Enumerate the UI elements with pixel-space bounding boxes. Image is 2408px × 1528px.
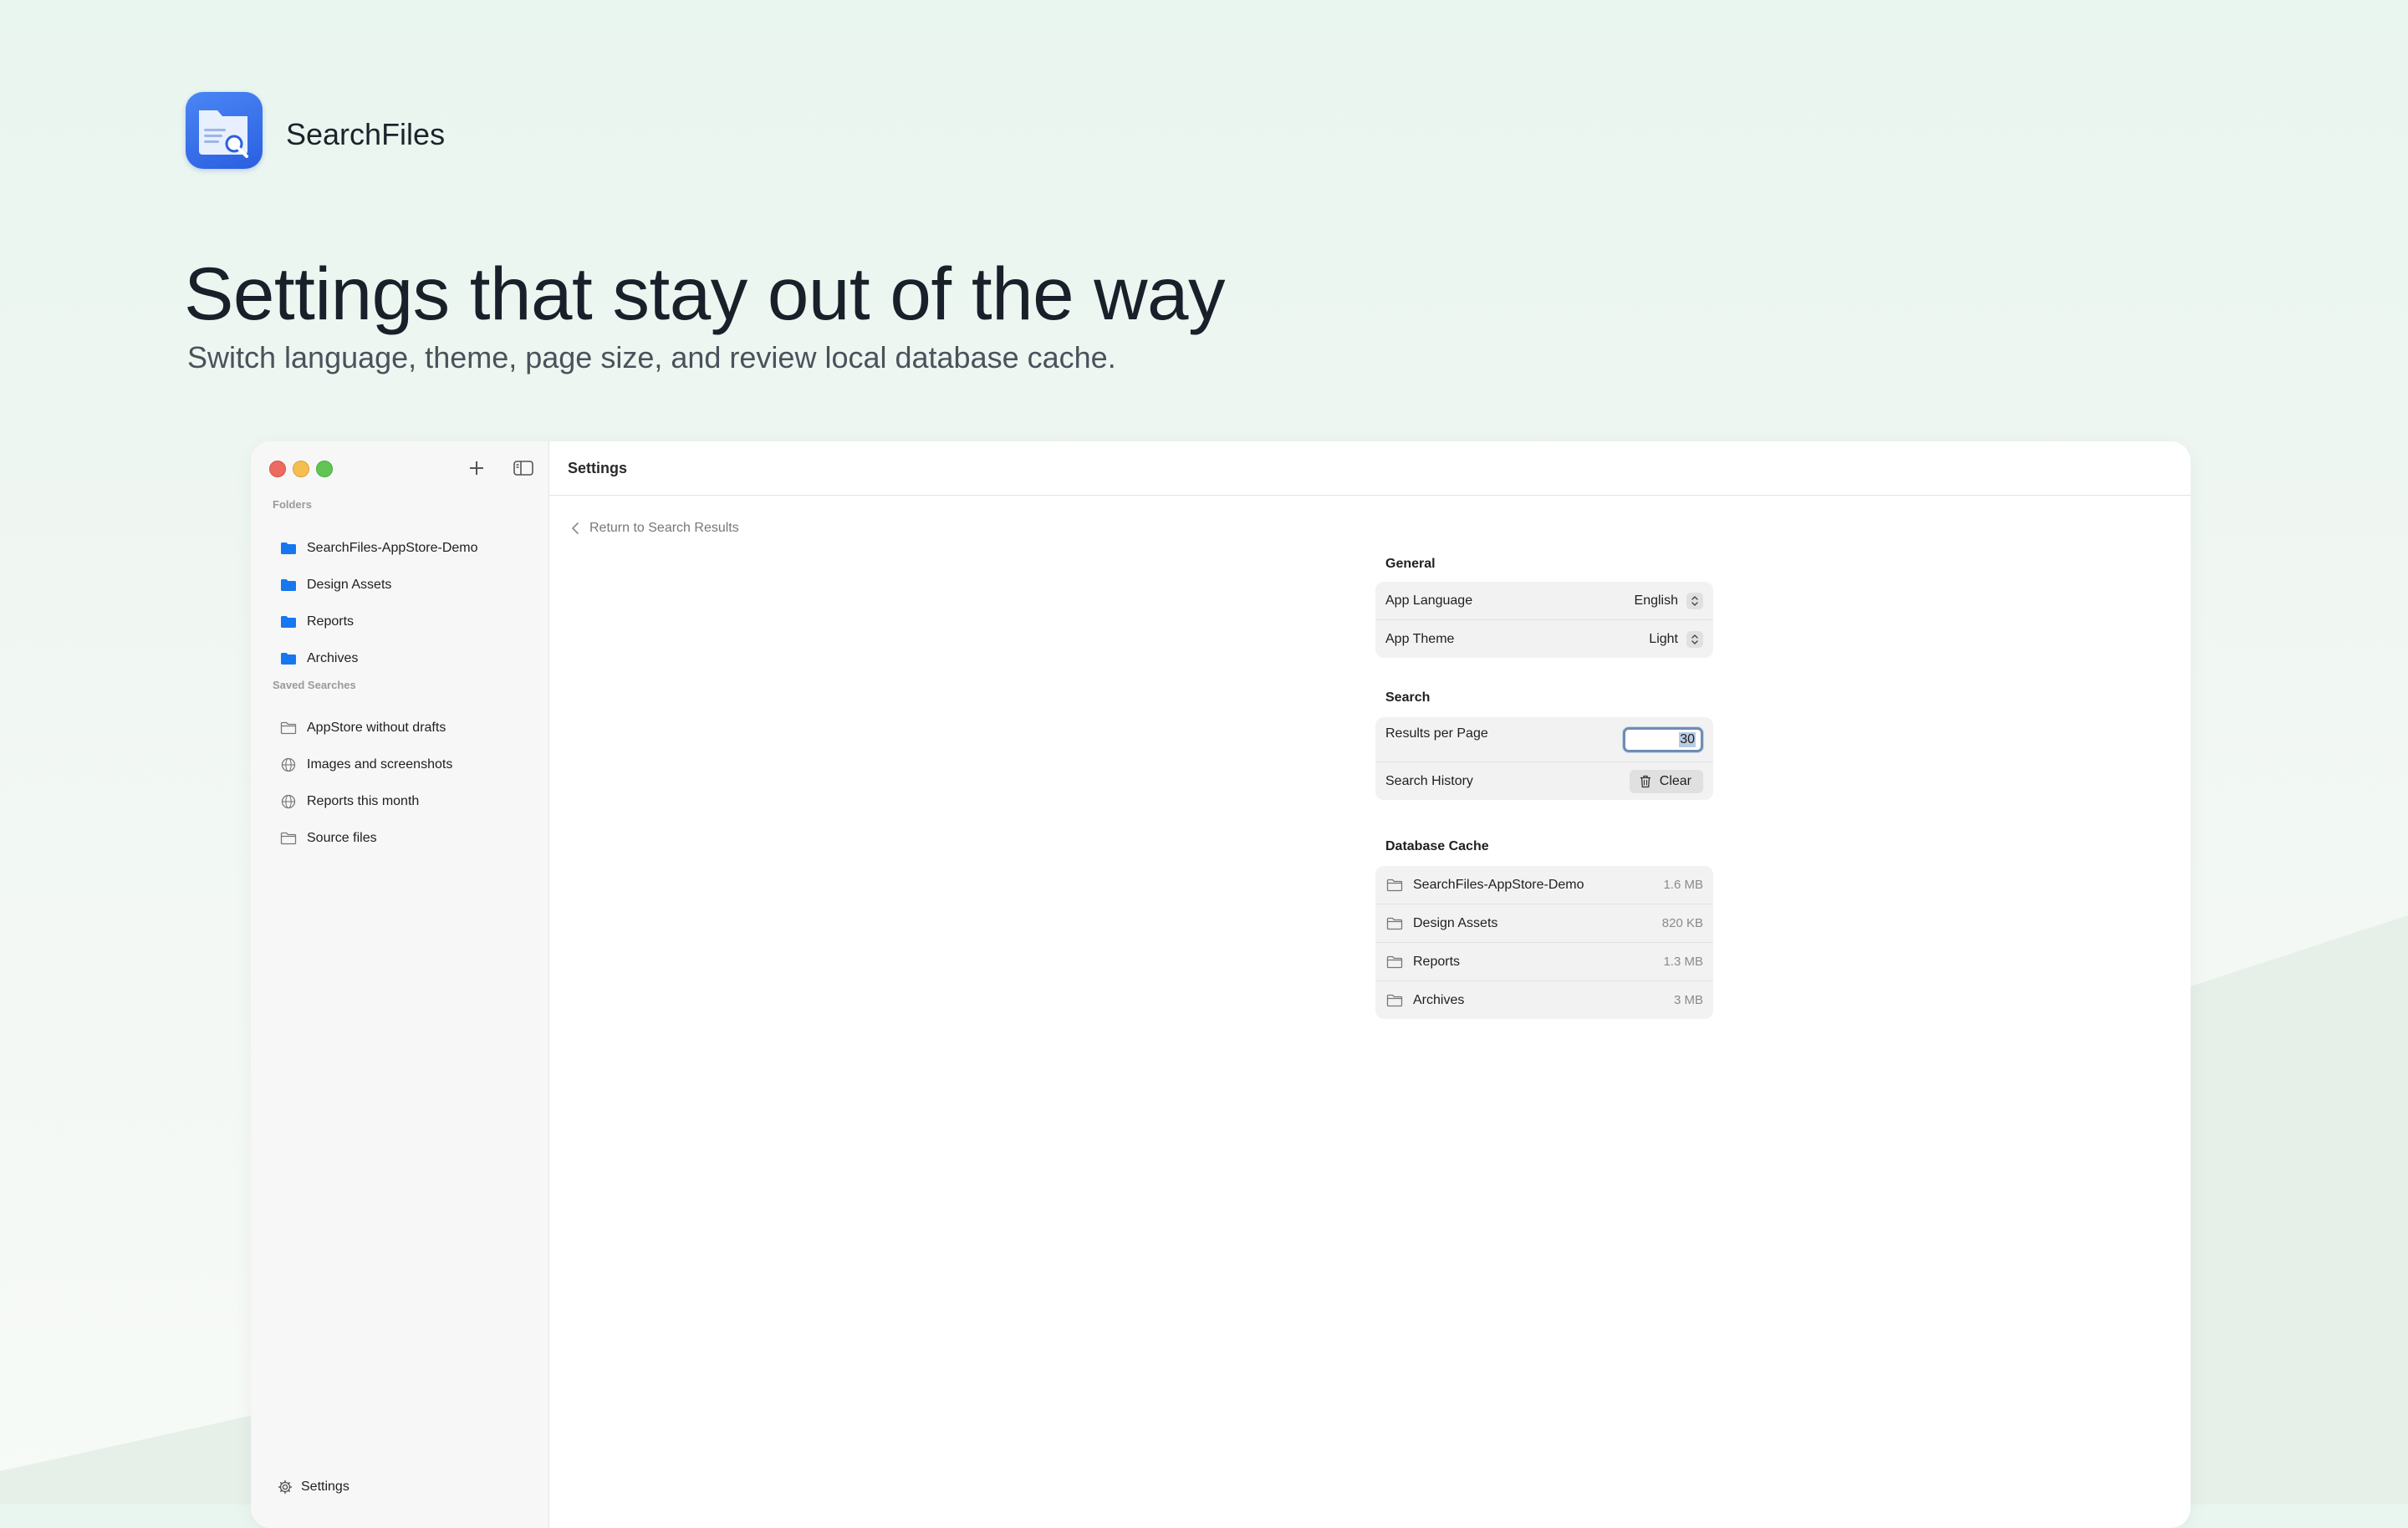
hero-subtitle: Switch language, theme, page size, and r… (187, 340, 1116, 374)
saved-searches-section-label: Saved Searches (273, 679, 356, 691)
cache-item-size: 1.6 MB (1663, 878, 1703, 892)
sidebar-item-label: Design Assets (307, 578, 392, 592)
app-theme-row: App Theme Light (1375, 620, 1713, 658)
app-theme-label: App Theme (1385, 631, 1455, 646)
database-cache-section-title: Database Cache (1385, 839, 1489, 853)
folder-filled-icon (279, 576, 298, 594)
cache-item-size: 820 KB (1661, 916, 1703, 930)
sidebar-item-archives[interactable]: Archives (279, 644, 530, 674)
clear-button-label: Clear (1659, 773, 1691, 788)
app-name: SearchFiles (286, 117, 446, 151)
cache-row: SearchFiles-AppStore-Demo 1.6 MB (1375, 866, 1713, 904)
app-icon (186, 92, 263, 169)
sidebar-item-label: Reports this month (307, 794, 420, 808)
sidebar-item-label: Archives (307, 651, 359, 665)
sidebar-toggle-icon (513, 461, 533, 476)
app-language-label: App Language (1385, 593, 1473, 608)
app-language-value: English (1634, 593, 1678, 608)
settings-link-label: Settings (301, 1480, 349, 1494)
results-per-page-row: Results per Page 30 (1375, 717, 1713, 762)
app-theme-value: Light (1649, 631, 1678, 646)
database-cache-panel: SearchFiles-AppStore-Demo 1.6 MB Design … (1375, 866, 1713, 1019)
sidebar-settings-link[interactable]: Settings (276, 1478, 349, 1496)
back-link-label: Return to Search Results (589, 521, 739, 535)
up-down-chevron-icon (1686, 630, 1703, 648)
trash-icon (1638, 774, 1653, 789)
sidebar-item-appstore-without-drafts[interactable]: AppStore without drafts (279, 713, 530, 743)
search-history-row: Search History Clear (1375, 762, 1713, 800)
folder-outline-icon (279, 719, 298, 737)
globe-icon (279, 756, 298, 774)
window-title: Settings (568, 460, 628, 476)
sidebar-item-reports-this-month[interactable]: Reports this month (279, 787, 530, 817)
general-section-title: General (1385, 557, 1436, 571)
minimize-window-button[interactable] (293, 461, 309, 477)
folder-outline-icon (279, 829, 298, 848)
sidebar: Folders SearchFiles-AppStore-Demo Design… (251, 441, 549, 1528)
cache-row: Design Assets 820 KB (1375, 904, 1713, 943)
sidebar-item-label: Reports (307, 614, 355, 629)
sidebar-item-label: AppStore without drafts (307, 721, 446, 735)
sidebar-item-label: Source files (307, 831, 377, 845)
sidebar-item-label: SearchFiles-AppStore-Demo (307, 541, 478, 555)
folder-filled-icon (279, 649, 298, 668)
folder-outline-icon (1385, 876, 1404, 894)
sidebar-item-searchfiles-appstore-demo[interactable]: SearchFiles-AppStore-Demo (279, 533, 530, 563)
general-panel: App Language English App Theme Light (1375, 582, 1713, 658)
sidebar-item-reports[interactable]: Reports (279, 607, 530, 637)
results-per-page-label: Results per Page (1385, 726, 1488, 741)
toggle-sidebar-button[interactable] (510, 455, 537, 481)
cache-item-name: Reports (1413, 954, 1461, 969)
sidebar-item-images-and-screenshots[interactable]: Images and screenshots (279, 750, 530, 780)
app-theme-select[interactable]: Light (1649, 630, 1703, 648)
app-language-row: App Language English (1375, 582, 1713, 620)
sidebar-item-source-files[interactable]: Source files (279, 823, 530, 853)
folder-outline-icon (1385, 991, 1404, 1010)
app-language-select[interactable]: English (1634, 592, 1703, 609)
cache-item-name: Archives (1413, 992, 1465, 1007)
sidebar-item-label: Images and screenshots (307, 757, 453, 772)
folder-outline-icon (1385, 914, 1404, 933)
search-history-label: Search History (1385, 773, 1473, 788)
folder-outline-icon (1385, 953, 1404, 971)
add-folder-button[interactable] (463, 455, 490, 481)
sidebar-item-design-assets[interactable]: Design Assets (279, 570, 530, 600)
toolbar: Settings (549, 441, 2191, 496)
search-panel: Results per Page 30 Search History Clear (1375, 717, 1713, 800)
plus-icon (470, 461, 483, 475)
cache-item-name: Design Assets (1413, 915, 1498, 930)
folder-filled-icon (279, 539, 298, 558)
results-per-page-input[interactable]: 30 (1623, 726, 1703, 752)
zoom-window-button[interactable] (316, 461, 333, 477)
clear-history-button[interactable]: Clear (1629, 769, 1703, 793)
up-down-chevron-icon (1686, 592, 1703, 609)
hero-title: Settings that stay out of the way (184, 252, 1226, 335)
folders-section-label: Folders (273, 498, 312, 511)
cache-item-size: 3 MB (1673, 993, 1703, 1007)
results-per-page-value: 30 (1679, 731, 1696, 747)
gear-icon (276, 1478, 294, 1496)
chevron-left-icon (569, 520, 581, 537)
folder-filled-icon (279, 613, 298, 631)
cache-item-name: SearchFiles-AppStore-Demo (1413, 877, 1584, 892)
cache-item-size: 1.3 MB (1663, 955, 1703, 969)
main-content: Settings Return to Search Results Genera… (549, 441, 2191, 1528)
search-section-title: Search (1385, 690, 1431, 705)
app-window: Folders SearchFiles-AppStore-Demo Design… (251, 441, 2191, 1528)
cache-row: Reports 1.3 MB (1375, 943, 1713, 981)
globe-icon (279, 792, 298, 811)
close-window-button[interactable] (269, 461, 286, 477)
return-to-search-results-link[interactable]: Return to Search Results (569, 520, 739, 537)
cache-row: Archives 3 MB (1375, 981, 1713, 1019)
